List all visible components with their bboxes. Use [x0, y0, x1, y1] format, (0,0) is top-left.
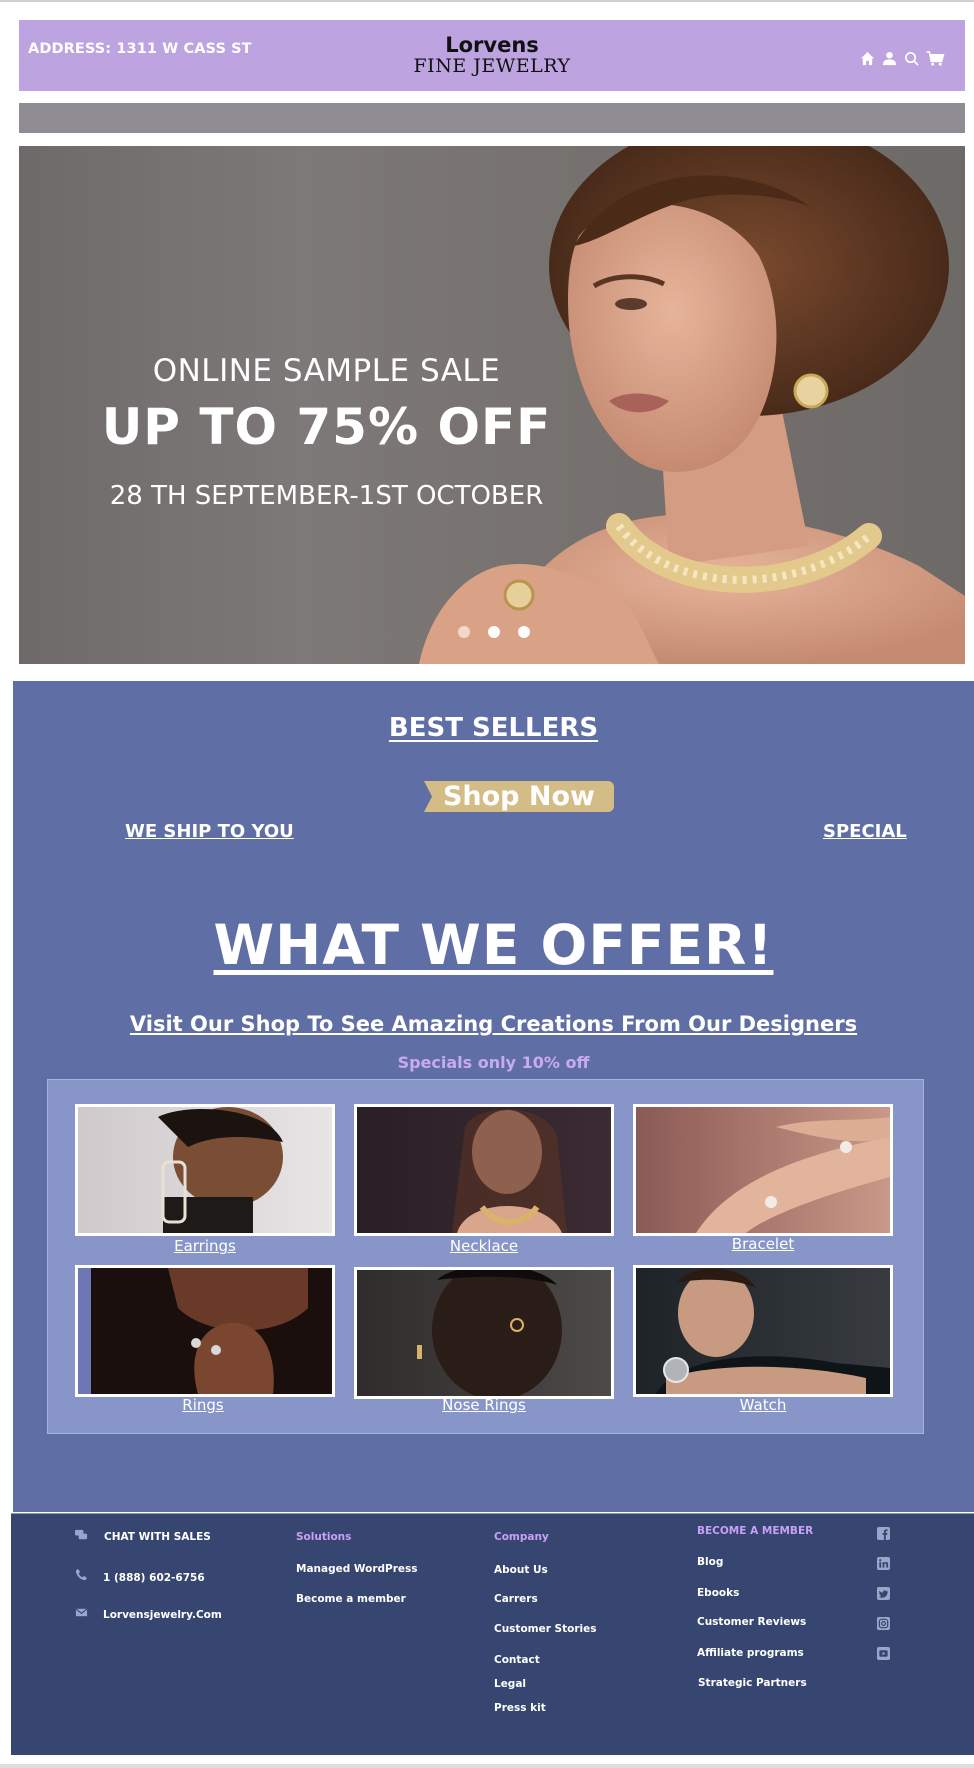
- bracelet-photo: [696, 1117, 890, 1233]
- hero-dates: 28 TH SEPTEMBER-1ST OCTOBER: [109, 481, 544, 511]
- company-heading: Company: [494, 1531, 549, 1543]
- category-label[interactable]: Rings: [103, 1396, 303, 1414]
- member-heading: BECOME A MEMBER: [697, 1525, 814, 1537]
- offers-section: BEST SELLERS Shop Now WE SHIP TO YOU SPE…: [13, 681, 974, 1512]
- footer-link[interactable]: About Us: [494, 1564, 548, 1576]
- slider-dot-2[interactable]: [488, 626, 500, 638]
- hero-headline: UP TO 75% OFF: [101, 398, 552, 456]
- category-tile-necklace[interactable]: [354, 1104, 614, 1236]
- site-footer: CHAT WITH SALES 1 (888) 602-6756 Lorvens…: [11, 1513, 974, 1755]
- category-tile-earrings[interactable]: [75, 1104, 335, 1236]
- home-icon[interactable]: [860, 51, 875, 66]
- footer-link[interactable]: Contact: [494, 1654, 540, 1666]
- footer-link[interactable]: Customer Stories: [494, 1623, 597, 1635]
- phone-icon: [75, 1568, 88, 1581]
- shop-now-button[interactable]: Shop Now: [424, 781, 614, 812]
- chat-with-sales-link[interactable]: CHAT WITH SALES: [104, 1531, 211, 1543]
- footer-link[interactable]: Press kit: [494, 1702, 546, 1714]
- nav-bar: [19, 103, 965, 133]
- facebook-icon[interactable]: [877, 1527, 890, 1540]
- visit-shop-link[interactable]: Visit Our Shop To See Amazing Creations …: [13, 1012, 974, 1036]
- category-tile-nose-rings[interactable]: [354, 1267, 614, 1399]
- slider-dot-3[interactable]: [518, 626, 530, 638]
- phone-number[interactable]: 1 (888) 602-6756: [103, 1572, 205, 1584]
- category-tile-watch[interactable]: [633, 1265, 893, 1397]
- linkedin-icon[interactable]: [877, 1557, 890, 1570]
- bottom-divider: [0, 1764, 974, 1768]
- footer-link[interactable]: Strategic Partners: [698, 1677, 807, 1689]
- offer-title: WHAT WE OFFER!: [213, 913, 774, 977]
- footer-link[interactable]: Managed WordPress: [296, 1563, 418, 1575]
- brand-logo[interactable]: Lorvens FINE JEWELRY: [19, 34, 965, 76]
- solutions-heading: Solutions: [296, 1531, 352, 1543]
- category-label[interactable]: Earrings: [105, 1237, 305, 1255]
- rings-photo: [168, 1268, 308, 1394]
- footer-link[interactable]: Blog: [697, 1556, 723, 1568]
- search-icon[interactable]: [904, 51, 919, 66]
- twitter-icon[interactable]: [877, 1587, 890, 1600]
- category-tile-rings[interactable]: [75, 1265, 335, 1397]
- footer-link[interactable]: Affiliate programs: [697, 1647, 804, 1659]
- footer-link[interactable]: Ebooks: [697, 1587, 739, 1599]
- site-header: ADDRESS: 1311 W CASS ST Lorvens FINE JEW…: [19, 20, 965, 91]
- category-label[interactable]: Nose Rings: [384, 1396, 584, 1414]
- logo-tagline: FINE JEWELRY: [413, 55, 571, 77]
- category-tile-bracelet[interactable]: [633, 1104, 893, 1236]
- footer-link[interactable]: Carrers: [494, 1593, 538, 1605]
- footer-link[interactable]: Legal: [494, 1678, 526, 1690]
- hero-kicker: ONLINE SAMPLE SALE: [152, 353, 501, 389]
- category-label[interactable]: Watch: [663, 1396, 863, 1414]
- nose-rings-photo: [417, 1270, 562, 1396]
- cart-icon[interactable]: [926, 51, 945, 66]
- footer-link[interactable]: Customer Reviews: [697, 1616, 806, 1628]
- specials-note: Specials only 10% off: [397, 1053, 590, 1072]
- necklace-photo: [452, 1109, 567, 1233]
- category-grid: Earrings Necklace Bracelet Rings Nose Ri…: [47, 1079, 924, 1434]
- chat-icon: [75, 1529, 88, 1540]
- hero-banner[interactable]: ONLINE SAMPLE SALE UP TO 75% OFF 28 TH S…: [19, 146, 965, 664]
- slider-dots: [458, 626, 530, 638]
- website-link[interactable]: Lorvensjewelry.Com: [103, 1609, 222, 1621]
- top-divider: [0, 0, 974, 2]
- youtube-icon[interactable]: [877, 1647, 890, 1660]
- slider-dot-1[interactable]: [458, 626, 470, 638]
- header-icons: [860, 51, 945, 66]
- ship-link[interactable]: WE SHIP TO YOU: [125, 821, 294, 842]
- footer-link[interactable]: Become a member: [296, 1593, 406, 1605]
- earrings-photo: [158, 1107, 283, 1233]
- logo-name: Lorvens: [445, 33, 539, 57]
- watch-photo: [656, 1268, 890, 1394]
- special-link[interactable]: SPECIAL: [823, 821, 907, 842]
- best-sellers-link[interactable]: BEST SELLERS: [13, 713, 974, 743]
- user-icon[interactable]: [882, 51, 897, 66]
- category-label[interactable]: Bracelet: [663, 1235, 863, 1253]
- instagram-icon[interactable]: [877, 1617, 890, 1630]
- email-icon: [75, 1608, 88, 1617]
- category-label[interactable]: Necklace: [384, 1237, 584, 1255]
